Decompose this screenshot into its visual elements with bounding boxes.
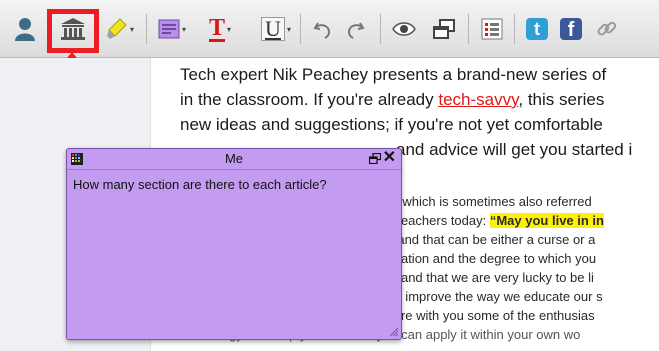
windows-icon	[433, 19, 455, 39]
underline-icon: U	[261, 17, 285, 41]
user-icon	[15, 18, 35, 41]
sticky-note-text[interactable]: How many section are there to each artic…	[73, 177, 327, 192]
link-icon	[597, 21, 617, 36]
underline-button[interactable]: U ▾	[256, 16, 296, 42]
annotation-box	[47, 9, 99, 53]
facebook-button[interactable]: f	[556, 16, 586, 42]
text-color-button[interactable]: T ▾	[200, 16, 240, 42]
article-text: , this series	[518, 90, 605, 109]
highlighter-button[interactable]: ▾	[100, 16, 140, 42]
chevron-down-icon: ▾	[129, 24, 134, 34]
article-intro: Tech expert Nik Peachey presents a brand…	[180, 62, 659, 162]
sticky-note-title: Me	[224, 151, 244, 166]
windows-button[interactable]	[426, 16, 462, 42]
highlighted-quote: “May you live in in	[489, 213, 604, 228]
list-button[interactable]	[476, 16, 508, 42]
toolbar-divider	[300, 14, 301, 44]
sticky-note-button[interactable]: ▾	[152, 16, 192, 42]
close-icon[interactable]: ✕	[383, 150, 396, 166]
restore-window-icon[interactable]	[369, 153, 381, 164]
view-button[interactable]	[386, 16, 422, 42]
list-icon	[481, 18, 503, 40]
user-button[interactable]	[10, 16, 40, 42]
text-color-icon: T	[208, 14, 225, 42]
highlighter-icon	[106, 18, 127, 39]
article-line: new ideas and suggestions; if you're not…	[180, 115, 603, 134]
facebook-icon: f	[560, 18, 582, 41]
sticky-note-header[interactable]: Me ✕	[67, 149, 401, 170]
toolbar-divider	[468, 14, 469, 44]
article-line: Tech expert Nik Peachey presents a brand…	[180, 65, 607, 84]
tech-savvy-link[interactable]: tech-savvy	[438, 90, 518, 109]
eye-icon	[392, 22, 416, 36]
chevron-down-icon: ▾	[227, 24, 232, 34]
sticky-note[interactable]: Me ✕ How many section are there to each …	[66, 148, 402, 340]
resize-handle-icon[interactable]	[387, 325, 399, 337]
undo-button[interactable]	[308, 16, 338, 42]
article-text: in the classroom. If you're already	[180, 90, 439, 109]
chevron-down-icon: ▾	[181, 24, 186, 34]
toolbar-divider	[380, 14, 381, 44]
twitter-icon: t	[526, 18, 548, 40]
twitter-button[interactable]: t	[522, 16, 552, 42]
toolbar-divider	[146, 14, 147, 44]
chevron-down-icon: ▾	[286, 24, 291, 34]
link-button[interactable]	[592, 16, 622, 42]
article-line: in the classroom. If you're already tech…	[180, 87, 659, 112]
sticky-note-icon	[158, 19, 180, 39]
redo-icon	[347, 22, 365, 39]
redo-button[interactable]	[340, 16, 370, 42]
toolbar-divider	[514, 14, 515, 44]
undo-icon	[313, 22, 331, 39]
